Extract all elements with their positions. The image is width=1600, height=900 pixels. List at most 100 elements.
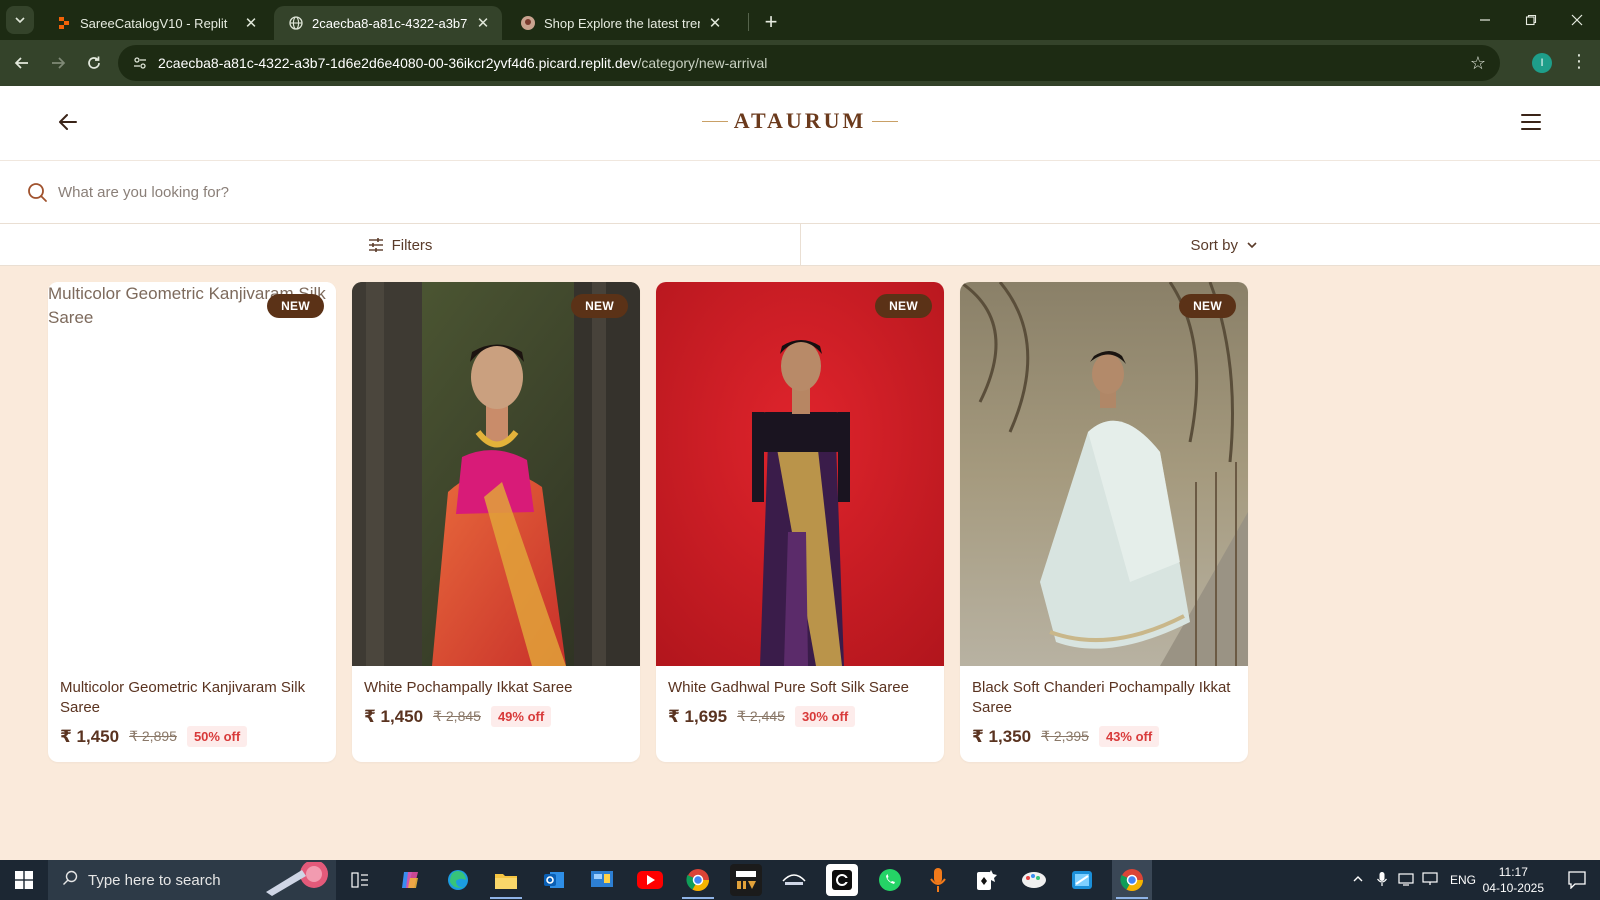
notifications-icon[interactable] [1568, 871, 1586, 894]
product-name[interactable]: White Pochampally Ikkat Saree [364, 678, 628, 698]
price-row: ₹ 1,450 ₹ 2,895 50% off [60, 726, 324, 747]
search-input[interactable] [58, 183, 658, 201]
product-mrp: ₹ 2,845 [433, 708, 481, 724]
active-indicator [682, 897, 714, 899]
filters-label: Filters [391, 236, 433, 254]
saree-photo-white-outdoor [960, 282, 1248, 666]
product-name[interactable]: Multicolor Geometric Kanjivaram Silk Sar… [60, 678, 324, 718]
address-bar[interactable]: 2caecba8-a81c-4322-a3b7-1d6e2d6e4080-00-… [118, 45, 1500, 81]
product-image[interactable]: NEW [656, 282, 944, 666]
logo-rule [701, 120, 728, 122]
close-icon[interactable]: ✕ [706, 14, 724, 32]
browser-tab-shop[interactable]: Shop Explore the latest trends in ✕ [506, 6, 734, 40]
chrome-profile-icon[interactable] [682, 864, 714, 896]
tab-title: SareeCatalogV10 - Replit [80, 15, 228, 31]
solitaire-icon[interactable] [970, 864, 1002, 896]
sort-by-dropdown[interactable]: Sort by [800, 224, 1600, 266]
language-indicator[interactable]: ENG [1450, 873, 1476, 887]
windows-taskbar: Type here to search ENG 11:17 04-10-2025 [0, 860, 1600, 900]
whatsapp-icon[interactable] [874, 864, 906, 896]
hamburger-menu-icon[interactable] [1520, 112, 1542, 132]
new-badge: NEW [1179, 294, 1236, 318]
product-card[interactable]: Multicolor Geometric Kanjivaram Silk Sar… [48, 282, 336, 762]
copilot-icon[interactable] [394, 864, 426, 896]
product-price: ₹ 1,450 [364, 706, 424, 726]
product-image[interactable]: NEW [960, 282, 1248, 666]
site-header: ATAURUM [0, 86, 1600, 160]
tab-title: 2caecba8-a81c-4322-a3b7-1d6e [312, 15, 468, 31]
active-indicator [490, 897, 522, 899]
sony-liv-icon[interactable] [730, 864, 762, 896]
back-button[interactable] [8, 49, 36, 77]
control-panel-icon[interactable] [586, 864, 618, 896]
product-image[interactable]: Multicolor Geometric Kanjivaram Silk Sar… [48, 282, 336, 666]
product-info: Multicolor Geometric Kanjivaram Silk Sar… [48, 666, 336, 759]
discount-badge: 50% off [186, 726, 248, 747]
browser-tabstrip: SareeCatalogV10 - Replit ✕ 2caecba8-a81c… [0, 0, 1600, 40]
discount-badge: 49% off [490, 706, 552, 727]
close-icon[interactable]: ✕ [242, 14, 260, 32]
minimize-button[interactable] [1462, 0, 1508, 40]
chevron-down-icon[interactable] [6, 6, 34, 34]
sliders-icon [368, 237, 384, 253]
outlook-icon[interactable] [538, 864, 570, 896]
product-card[interactable]: NEW Black Soft Chanderi Pochampally Ikka… [960, 282, 1248, 762]
product-name[interactable]: Black Soft Chanderi Pochampally Ikkat Sa… [972, 678, 1236, 718]
product-card[interactable]: NEW White Pochampally Ikkat Saree ₹ 1,45… [352, 282, 640, 762]
price-row: ₹ 1,350 ₹ 2,395 43% off [972, 726, 1236, 747]
shop-favicon-icon [520, 15, 536, 31]
bookmark-star-icon[interactable]: ☆ [1470, 53, 1486, 74]
restore-button[interactable] [1508, 0, 1554, 40]
product-grid: Multicolor Geometric Kanjivaram Silk Sar… [48, 282, 1248, 762]
disney-hotstar-icon[interactable] [778, 864, 810, 896]
windows-start-button[interactable] [0, 860, 48, 900]
tab-separator [748, 13, 749, 31]
product-info: White Gadhwal Pure Soft Silk Saree ₹ 1,6… [656, 666, 944, 739]
product-mrp: ₹ 2,445 [737, 708, 785, 724]
tab-title: Shop Explore the latest trends in [544, 15, 700, 31]
chevron-down-icon [1246, 239, 1258, 251]
microphone-app-icon[interactable] [922, 864, 954, 896]
chevron-up-icon[interactable] [1346, 873, 1370, 888]
close-window-button[interactable] [1554, 0, 1600, 40]
discount-badge: 43% off [1098, 726, 1160, 747]
file-explorer-icon[interactable] [490, 864, 522, 896]
search-bar [0, 160, 1600, 224]
new-tab-button[interactable]: + [757, 8, 785, 36]
taskbar-search-box[interactable]: Type here to search [48, 860, 336, 900]
browser-tab-active[interactable]: 2caecba8-a81c-4322-a3b7-1d6e ✕ [274, 6, 502, 40]
microphone-icon[interactable] [1370, 871, 1394, 890]
globe-icon [288, 15, 304, 31]
snipping-tool-icon[interactable] [1066, 864, 1098, 896]
system-clock[interactable]: 11:17 04-10-2025 [1483, 864, 1544, 896]
new-badge: NEW [571, 294, 628, 318]
logo-text: ATAURUM [733, 108, 867, 133]
edge-icon[interactable] [442, 864, 474, 896]
task-view-icon[interactable] [344, 864, 376, 896]
product-image[interactable]: NEW [352, 282, 640, 666]
browser-menu-icon[interactable]: ⋮ [1570, 51, 1588, 72]
display-icon[interactable] [1418, 871, 1442, 889]
tab-search[interactable] [0, 0, 40, 40]
active-indicator [1116, 897, 1148, 899]
media-app-icon[interactable] [826, 864, 858, 896]
url-text: 2caecba8-a81c-4322-a3b7-1d6e2d6e4080-00-… [158, 55, 767, 71]
clock-date: 04-10-2025 [1482, 881, 1544, 895]
reload-button[interactable] [80, 49, 108, 77]
saree-photo-purple-red [656, 282, 944, 666]
forward-button[interactable] [44, 49, 72, 77]
network-icon[interactable] [1394, 872, 1418, 889]
paint-icon[interactable] [1018, 864, 1050, 896]
logo[interactable]: ATAURUM [0, 108, 1600, 134]
saree-photo-pink-orange [352, 282, 640, 666]
filters-button[interactable]: Filters [0, 224, 800, 266]
product-card[interactable]: NEW White Gadhwal Pure Soft Silk Saree ₹… [656, 282, 944, 762]
youtube-icon[interactable] [634, 864, 666, 896]
product-info: Black Soft Chanderi Pochampally Ikkat Sa… [960, 666, 1248, 759]
site-info-icon[interactable] [122, 55, 158, 71]
close-icon[interactable]: ✕ [474, 14, 492, 32]
chrome-icon[interactable] [1116, 864, 1148, 896]
browser-tab-replit[interactable]: SareeCatalogV10 - Replit ✕ [42, 6, 270, 40]
profile-avatar[interactable]: I [1532, 53, 1552, 73]
product-name[interactable]: White Gadhwal Pure Soft Silk Saree [668, 678, 932, 698]
